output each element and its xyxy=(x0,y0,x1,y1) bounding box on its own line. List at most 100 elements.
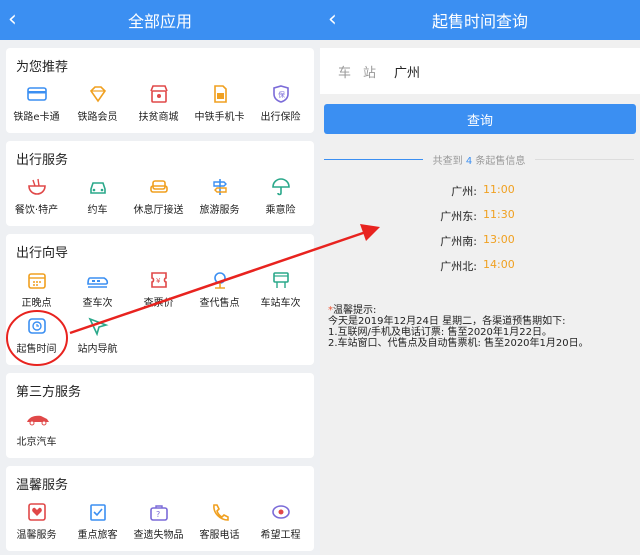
bag-icon: ? xyxy=(147,501,171,523)
diamond-icon xyxy=(86,83,110,105)
app-label: 希望工程 xyxy=(260,530,301,541)
svg-text:?: ? xyxy=(156,510,160,519)
noodle-icon xyxy=(25,176,49,198)
result-row: 广州: 11:00 xyxy=(320,183,640,208)
app-bjcar[interactable]: 北京汽车 xyxy=(6,408,67,454)
divider-left xyxy=(324,159,423,160)
app-label: 查代售点 xyxy=(199,298,240,309)
station-name: 广州东: xyxy=(440,210,477,223)
station-value[interactable]: 广州 xyxy=(394,62,420,81)
app-umbrella[interactable]: 乘意险 xyxy=(250,176,311,222)
app-label: 中铁手机卡 xyxy=(194,112,245,123)
app-simcard[interactable]: 中铁手机卡 xyxy=(189,83,250,129)
svg-text:保: 保 xyxy=(278,90,285,99)
umbrella-icon xyxy=(269,176,293,198)
section-title: 第三方服务 xyxy=(16,385,82,400)
app-ticket[interactable]: ¥ 查票价 xyxy=(128,269,189,315)
app-section: 温馨服务 温馨服务 重点旅客? 查遗失物品 客服电话 希望工程 xyxy=(6,466,314,551)
app-label: 餐饮·特产 xyxy=(14,205,59,216)
car-icon xyxy=(86,176,110,198)
app-label: 重点旅客 xyxy=(77,530,118,541)
app-phone[interactable]: 客服电话 xyxy=(189,501,250,547)
station-field[interactable]: 车站 广州 xyxy=(320,48,640,94)
app-section: 出行向导 正晚点 查车次 ¥ 查票价 查代售点 车站车次 起售时间 站内导航 xyxy=(6,234,314,365)
result-summary: 共查到 4 条起售信息 xyxy=(324,152,634,167)
bjcar-icon xyxy=(25,408,49,430)
shop-icon xyxy=(147,83,171,105)
tips-block: *温馨提示: 今天是2019年12月24日 星期二，各渠道预售期如下: 1.互联网… xyxy=(328,305,640,349)
right-header: ‹ 起售时间查询 xyxy=(320,0,640,40)
app-card[interactable]: 铁路e卡通 xyxy=(6,83,67,129)
query-button[interactable]: 查询 xyxy=(324,104,636,134)
app-train[interactable]: 查车次 xyxy=(67,269,128,315)
app-label: 客服电话 xyxy=(199,530,240,541)
simcard-icon xyxy=(208,83,232,105)
train-icon xyxy=(86,269,110,291)
app-signpost[interactable]: 旅游服务 xyxy=(189,176,250,222)
result-text: 共查到 4 条起售信息 xyxy=(423,152,536,167)
app-label: 旅游服务 xyxy=(199,205,240,216)
app-label: 扶贫商城 xyxy=(138,112,179,123)
app-noodle[interactable]: 餐饮·特产 xyxy=(6,176,67,222)
all-apps-screen: ‹ 全部应用 为您推荐 铁路e卡通 铁路会员 扶贫商城 中铁手机卡保出行保险 出行服务 餐饮… xyxy=(0,0,320,555)
app-label: 北京汽车 xyxy=(16,437,57,448)
app-bag[interactable]: ? 查遗失物品 xyxy=(128,501,189,547)
presale-time: 14:00 xyxy=(483,258,515,271)
app-diamond[interactable]: 铁路会员 xyxy=(67,83,128,129)
app-label: 查遗失物品 xyxy=(133,530,184,541)
app-label: 铁路会员 xyxy=(77,112,118,123)
app-label: 站内导航 xyxy=(77,344,118,355)
location-icon xyxy=(208,269,232,291)
station-name: 广州北: xyxy=(440,260,477,273)
presale-time-screen: ‹ 起售时间查询 车站 广州 查询 共查到 4 条起售信息 广州: 11:00 广州… xyxy=(320,0,640,555)
app-label: 查车次 xyxy=(82,298,113,309)
back-icon[interactable]: ‹ xyxy=(328,7,337,32)
presale-time: 13:00 xyxy=(483,233,515,246)
app-section: 出行服务餐饮·特产 约车 休息厅接送 旅游服务 乘意险 xyxy=(6,141,314,226)
app-location[interactable]: 查代售点 xyxy=(189,269,250,315)
navigation-icon xyxy=(86,315,110,337)
app-station[interactable]: 车站车次 xyxy=(250,269,311,315)
checklist-icon xyxy=(86,501,110,523)
page-title: 起售时间查询 xyxy=(431,12,528,31)
app-hope[interactable]: 希望工程 xyxy=(250,501,311,547)
station-icon xyxy=(269,269,293,291)
divider-right xyxy=(535,159,634,160)
app-car[interactable]: 约车 xyxy=(67,176,128,222)
app-label: 温馨服务 xyxy=(16,530,57,541)
station-label: 车站 xyxy=(338,65,389,81)
app-sofa[interactable]: 休息厅接送 xyxy=(128,176,189,222)
card-icon xyxy=(25,83,49,105)
app-checklist[interactable]: 重点旅客 xyxy=(67,501,128,547)
result-row: 广州南: 13:00 xyxy=(320,233,640,258)
app-label: 车站车次 xyxy=(260,298,301,309)
insurance-icon: 保 xyxy=(269,83,293,105)
app-clock[interactable]: 起售时间 xyxy=(6,315,67,361)
clock-icon xyxy=(25,315,49,337)
phone-icon xyxy=(208,501,232,523)
app-label: 查票价 xyxy=(143,298,174,309)
app-section: 第三方服务 北京汽车 xyxy=(6,373,314,458)
presale-time: 11:00 xyxy=(483,183,515,196)
result-list: 广州: 11:00 广州东: 11:30 广州南: 13:00 广州北: 14:00 xyxy=(320,183,640,283)
app-insurance[interactable]: 保出行保险 xyxy=(250,83,311,129)
calendar-icon xyxy=(25,269,49,291)
app-label: 铁路e卡通 xyxy=(13,112,60,123)
result-row: 广州东: 11:30 xyxy=(320,208,640,233)
section-title: 温馨服务 xyxy=(16,478,69,493)
app-heart[interactable]: 温馨服务 xyxy=(6,501,67,547)
ticket-icon: ¥ xyxy=(147,269,171,291)
section-title: 出行服务 xyxy=(16,153,69,168)
hope-icon xyxy=(269,501,293,523)
app-calendar[interactable]: 正晚点 xyxy=(6,269,67,315)
back-icon[interactable]: ‹ xyxy=(8,7,17,32)
app-label: 乘意险 xyxy=(265,205,296,216)
app-shop[interactable]: 扶贫商城 xyxy=(128,83,189,129)
page-title: 全部应用 xyxy=(127,12,192,31)
app-section: 为您推荐 铁路e卡通 铁路会员 扶贫商城 中铁手机卡保出行保险 xyxy=(6,48,314,133)
left-header: ‹ 全部应用 xyxy=(0,0,320,40)
svg-text:¥: ¥ xyxy=(156,277,161,285)
station-name: 广州南: xyxy=(440,235,477,248)
app-label: 约车 xyxy=(87,205,108,216)
app-navigation[interactable]: 站内导航 xyxy=(67,315,128,361)
